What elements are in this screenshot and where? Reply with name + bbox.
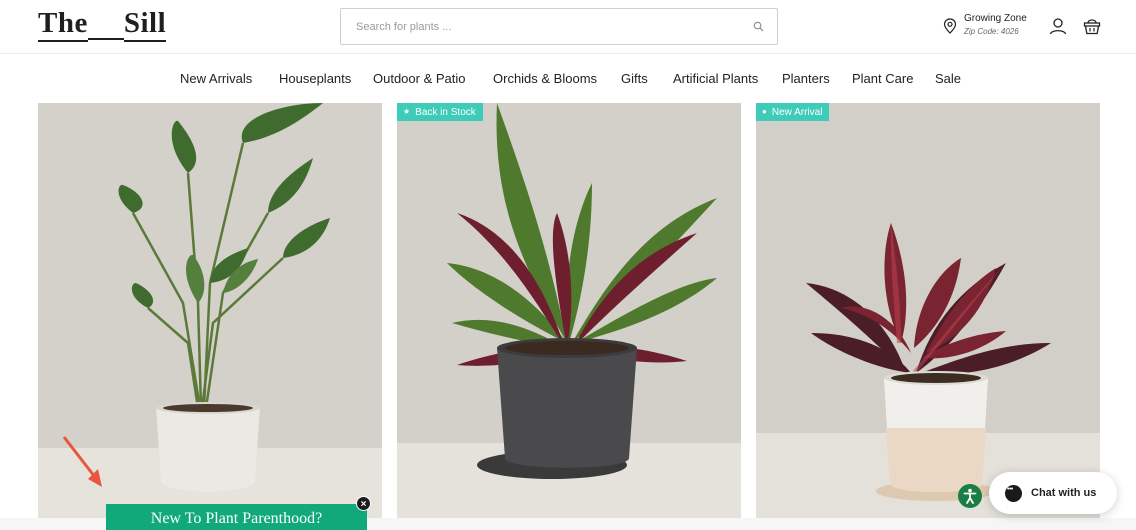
nav-planters[interactable]: Planters: [782, 71, 830, 86]
nav-new-arrivals[interactable]: New Arrivals: [180, 71, 252, 86]
site-header: The Sill Growing Zone Zip Code: 4026: [0, 0, 1136, 54]
logo[interactable]: The Sill: [38, 6, 167, 42]
badge-label: Back in Stock: [415, 106, 476, 118]
nav-orchids-blooms[interactable]: Orchids & Blooms: [493, 71, 597, 86]
nav-gifts[interactable]: Gifts: [621, 71, 648, 86]
search-box: [340, 8, 778, 45]
close-icon[interactable]: ×: [356, 496, 371, 511]
product-card-calathea[interactable]: ★ Back in Stock: [397, 103, 741, 518]
chat-label: Chat with us: [1031, 487, 1097, 499]
dot-icon: ●: [762, 107, 767, 116]
back-in-stock-badge: ★ Back in Stock: [397, 103, 483, 121]
popup-title: New To Plant Parenthood?: [150, 510, 323, 527]
nav-outdoor-patio[interactable]: Outdoor & Patio: [373, 71, 466, 86]
chat-bubble-icon: [1005, 484, 1022, 502]
logo-word-left: The: [38, 6, 88, 42]
growing-zone-title: Growing Zone: [964, 13, 1027, 24]
account-icon[interactable]: [1049, 17, 1067, 35]
zip-code-label: Zip Code: 4026: [964, 27, 1019, 36]
location-pin-icon: [943, 18, 957, 34]
growing-zone[interactable]: Growing Zone Zip Code: 4026: [943, 13, 1043, 41]
badge-label: New Arrival: [771, 106, 823, 118]
main-nav: New Arrivals Houseplants Outdoor & Patio…: [0, 55, 1136, 103]
nav-sale[interactable]: Sale: [935, 71, 961, 86]
star-icon: ★: [403, 107, 411, 116]
search-icon[interactable]: [753, 21, 764, 32]
product-card-rubber-tree[interactable]: ● New Arrival: [756, 103, 1100, 518]
accessibility-figure-icon: [963, 488, 977, 504]
chat-button[interactable]: Chat with us: [989, 472, 1117, 514]
new-arrival-badge: ● New Arrival: [756, 103, 830, 121]
newsletter-popup-tab[interactable]: New To Plant Parenthood?: [106, 504, 367, 530]
product-card-bird-of-paradise[interactable]: [38, 103, 382, 518]
logo-underline-gap: [87, 6, 124, 40]
search-input[interactable]: [341, 9, 741, 44]
nav-houseplants[interactable]: Houseplants: [279, 71, 351, 86]
accessibility-icon[interactable]: [958, 484, 982, 508]
nav-plant-care[interactable]: Plant Care: [852, 71, 913, 86]
cart-basket-icon[interactable]: [1083, 16, 1101, 35]
logo-word-right: Sill: [123, 6, 167, 42]
product-image: [38, 103, 382, 518]
product-image: [397, 103, 741, 518]
nav-artificial-plants[interactable]: Artificial Plants: [673, 71, 758, 86]
product-image: [756, 103, 1100, 518]
